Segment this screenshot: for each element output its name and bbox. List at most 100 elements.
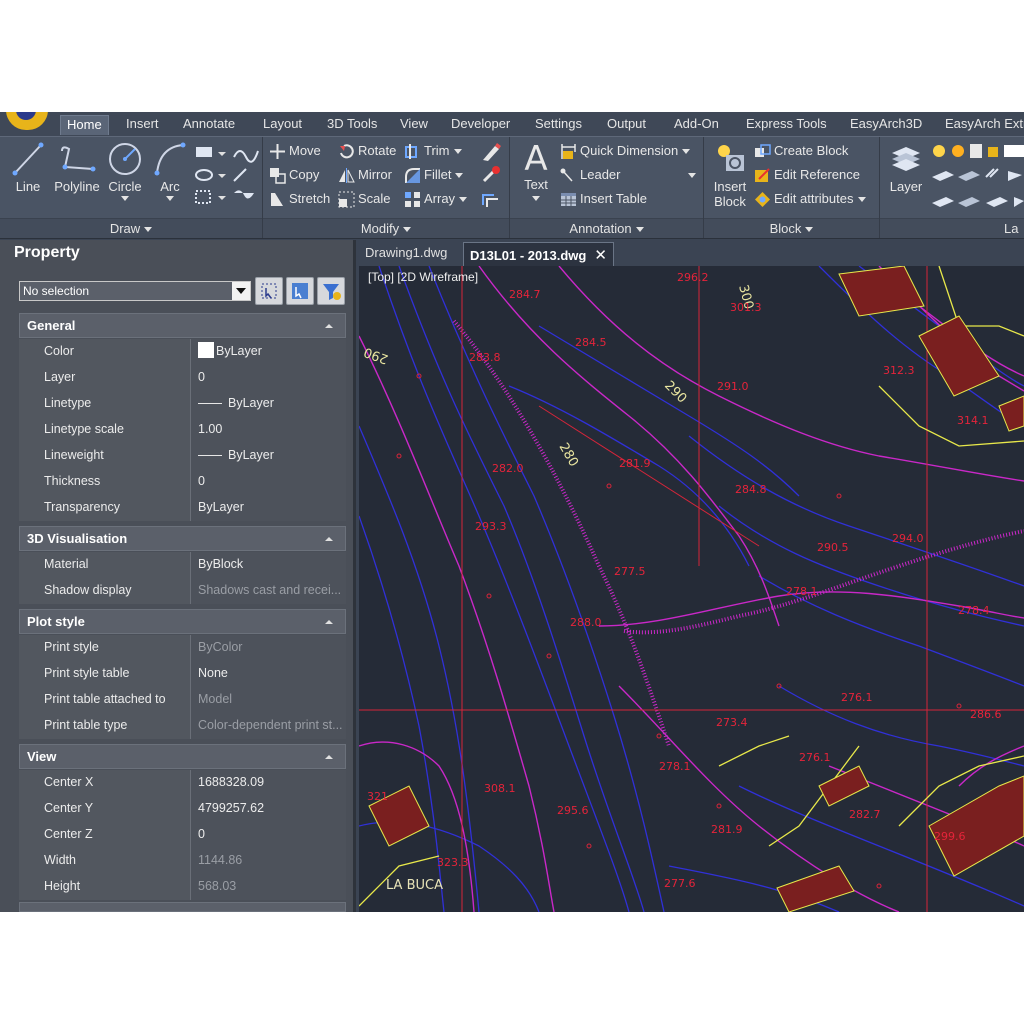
property-row[interactable]: Layer 0 xyxy=(19,365,346,391)
tab-easyarch-extra[interactable]: EasyArch Extr xyxy=(939,115,1024,135)
property-row[interactable]: Linetype ByLayer xyxy=(19,391,346,417)
copy-button[interactable]: Copy xyxy=(269,167,319,184)
insert-table-button[interactable]: Insert Table xyxy=(560,191,647,208)
fillet-dropdown-icon[interactable] xyxy=(455,173,464,179)
draw-panel-title[interactable]: Draw xyxy=(0,218,262,238)
move-button[interactable]: Move xyxy=(269,143,321,160)
text-tool-button[interactable]: A Text xyxy=(518,141,554,201)
doc-tab-drawing1[interactable]: Drawing1.dwg xyxy=(359,242,453,266)
quick-dimension-button[interactable]: Quick Dimension xyxy=(560,143,691,160)
close-icon[interactable]: ✕ xyxy=(594,246,607,264)
property-value[interactable]: ByLayer xyxy=(191,391,346,417)
toggle-pickadd-button[interactable] xyxy=(317,277,345,305)
select-objects-button[interactable] xyxy=(255,277,283,305)
tab-view[interactable]: View xyxy=(394,115,434,135)
rotate-button[interactable]: Rotate xyxy=(338,143,396,160)
circle-dropdown-icon[interactable] xyxy=(121,196,129,201)
tab-home[interactable]: Home xyxy=(60,115,109,135)
trim-button[interactable]: Trim xyxy=(404,143,462,160)
line-tool-button[interactable]: Line xyxy=(8,141,48,194)
quick-select-button[interactable] xyxy=(286,277,314,305)
layer-tools-icon[interactable] xyxy=(930,141,1024,217)
erase-icon[interactable] xyxy=(480,142,502,162)
property-value[interactable]: 0 xyxy=(191,365,346,391)
arc-dropdown-icon[interactable] xyxy=(166,196,174,201)
section-3d-visualisation[interactable]: 3D Visualisation xyxy=(19,526,346,551)
arc-tool-button[interactable]: Arc xyxy=(150,141,190,201)
layers-panel-title[interactable]: La xyxy=(880,218,1024,238)
property-row[interactable]: Center X 1688328.09 xyxy=(19,770,346,796)
offset-icon[interactable] xyxy=(480,189,502,209)
selection-dropdown[interactable]: No selection xyxy=(19,281,251,301)
property-row[interactable]: Print table attached to Model xyxy=(19,687,346,713)
polyline-tool-button[interactable]: Polyline xyxy=(52,141,102,194)
property-row[interactable]: Height 568.03 xyxy=(19,874,346,900)
tab-insert[interactable]: Insert xyxy=(120,115,165,135)
property-row[interactable]: Color ByLayer xyxy=(19,339,346,365)
draw-small-tools-icon[interactable] xyxy=(194,143,260,207)
property-row[interactable]: Material ByBlock xyxy=(19,552,346,578)
mirror-button[interactable]: Mirror xyxy=(338,167,392,184)
property-row[interactable]: Width 1144.86 xyxy=(19,848,346,874)
doc-tab-d13l01[interactable]: D13L01 - 2013.dwg ✕ xyxy=(463,242,614,266)
property-row[interactable]: Print style ByColor xyxy=(19,635,346,661)
property-row[interactable]: Center Z0 xyxy=(19,822,346,848)
insert-block-button[interactable]: Insert Block xyxy=(708,141,752,209)
tab-easyarch3d[interactable]: EasyArch3D xyxy=(844,115,928,135)
quick-dimension-icon xyxy=(561,144,576,160)
modify-panel-title[interactable]: Modify xyxy=(263,218,509,238)
property-value[interactable]: 1688328.09 xyxy=(191,770,346,796)
array-button[interactable]: Array xyxy=(404,191,468,208)
tab-annotate[interactable]: Annotate xyxy=(177,115,241,135)
trim-dropdown-icon[interactable] xyxy=(453,149,462,155)
array-dropdown-icon[interactable] xyxy=(459,197,468,203)
property-row[interactable]: Center Y 4799257.62 xyxy=(19,796,346,822)
section-view[interactable]: View xyxy=(19,744,346,769)
tab-developer[interactable]: Developer xyxy=(445,115,516,135)
property-row[interactable]: Transparency ByLayer xyxy=(19,495,346,521)
property-value[interactable]: 0 xyxy=(191,822,346,848)
section-plot-style[interactable]: Plot style xyxy=(19,609,346,634)
property-value[interactable]: None xyxy=(191,661,346,687)
property-row[interactable]: Linetype scale 1.00 xyxy=(19,417,346,443)
tab-output[interactable]: Output xyxy=(601,115,652,135)
section-general[interactable]: General xyxy=(19,313,346,338)
property-row[interactable]: Print style table None xyxy=(19,661,346,687)
quick-dimension-dropdown-icon[interactable] xyxy=(682,149,691,155)
app-menu-logo-icon[interactable] xyxy=(6,112,48,130)
property-value[interactable]: ByBlock xyxy=(191,552,346,578)
property-value[interactable]: 4799257.62 xyxy=(191,796,346,822)
text-dropdown-icon[interactable] xyxy=(532,196,540,201)
property-row[interactable]: Shadow display Shadows cast and recei... xyxy=(19,578,346,604)
chevron-down-icon[interactable] xyxy=(232,282,250,300)
edit-attributes-dropdown-icon[interactable] xyxy=(857,197,866,203)
explode-icon[interactable] xyxy=(480,165,502,185)
property-value[interactable]: ByLayer xyxy=(191,339,346,365)
property-row[interactable]: Thickness 0 xyxy=(19,469,346,495)
leader-button[interactable]: Leader xyxy=(560,167,697,184)
fillet-button[interactable]: Fillet xyxy=(404,167,464,184)
annotation-panel-title[interactable]: Annotation xyxy=(510,218,703,238)
property-value[interactable]: ByLayer xyxy=(191,443,346,469)
property-value[interactable]: ByLayer xyxy=(191,495,346,521)
viewport-label[interactable]: [Top] [2D Wireframe] xyxy=(368,270,478,284)
circle-tool-button[interactable]: Circle xyxy=(104,141,146,201)
edit-attributes-button[interactable]: Edit attributes xyxy=(754,191,866,208)
tab-add-on[interactable]: Add-On xyxy=(668,115,725,135)
tab-3d-tools[interactable]: 3D Tools xyxy=(321,115,383,135)
property-value[interactable]: 1.00 xyxy=(191,417,346,443)
tab-express-tools[interactable]: Express Tools xyxy=(740,115,833,135)
property-row[interactable]: Print table type Color-dependent print st… xyxy=(19,713,346,739)
drawing-canvas[interactable]: [Top] [2D Wireframe] 300 290 280 290 LA … xyxy=(359,266,1024,912)
scale-button[interactable]: Scale xyxy=(338,191,391,208)
property-value[interactable]: 0 xyxy=(191,469,346,495)
property-row[interactable]: Lineweight ByLayer xyxy=(19,443,346,469)
tab-layout[interactable]: Layout xyxy=(257,115,308,135)
tab-settings[interactable]: Settings xyxy=(529,115,588,135)
layer-manager-button[interactable]: Layer xyxy=(886,141,926,194)
stretch-button[interactable]: Stretch xyxy=(269,191,330,208)
block-panel-title[interactable]: Block xyxy=(704,218,879,238)
leader-dropdown-icon[interactable] xyxy=(688,173,697,179)
create-block-button[interactable]: Create Block xyxy=(754,143,848,160)
edit-reference-button[interactable]: Edit Reference xyxy=(754,167,860,184)
